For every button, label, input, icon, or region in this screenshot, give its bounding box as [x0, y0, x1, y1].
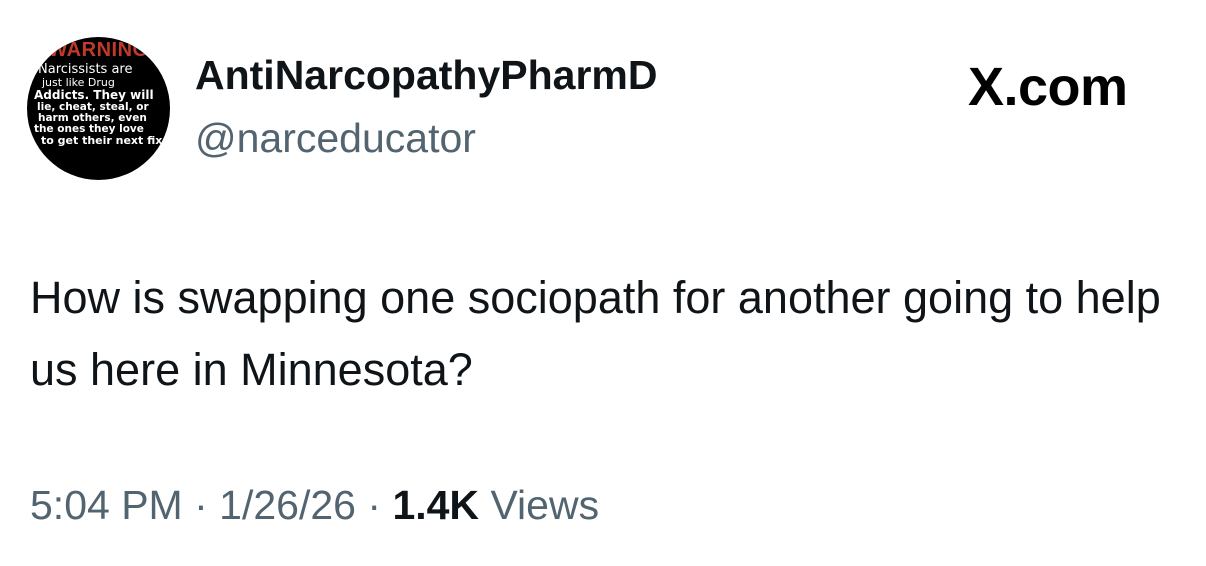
avatar-line: Narcissists are	[38, 62, 133, 77]
author-display-name[interactable]: AntiNarcopathyPharmD	[195, 52, 657, 99]
avatar-line: to get their next fix	[41, 134, 163, 147]
tweet-text: How is swapping one sociopath for anothe…	[30, 272, 1161, 395]
avatar-warning-text: WARNING	[48, 39, 149, 61]
tweet-meta: 5:04 PM · 1/26/26 · 1.4K Views	[30, 482, 599, 529]
tweet-time[interactable]: 5:04 PM	[30, 482, 183, 528]
tweet-date[interactable]: 1/26/26	[219, 482, 356, 528]
meta-separator: ·	[367, 482, 382, 528]
views-label: Views	[490, 482, 600, 528]
avatar-caption: Narcissists are just like Drug Addicts. …	[31, 63, 166, 147]
avatar[interactable]: WARNING Narcissists are just like Drug A…	[27, 37, 170, 180]
tweet-card: WARNING Narcissists are just like Drug A…	[0, 0, 1206, 566]
x-com-brand: X.com	[968, 57, 1128, 117]
meta-separator: ·	[194, 482, 208, 528]
views-count[interactable]: 1.4K	[392, 482, 479, 528]
author-handle[interactable]: @narceducator	[195, 115, 476, 162]
